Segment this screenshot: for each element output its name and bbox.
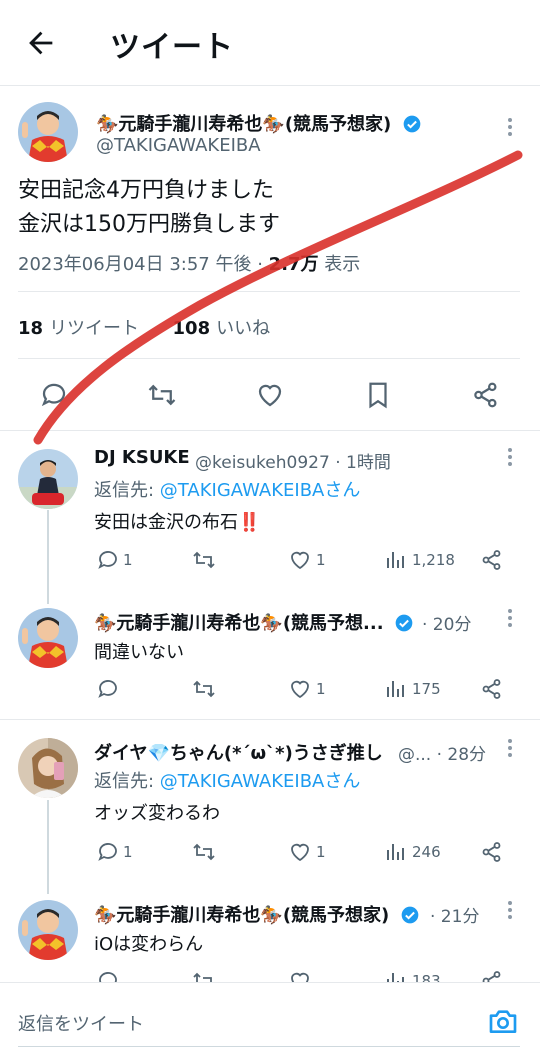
like-count: 1	[316, 551, 326, 569]
share-icon[interactable]	[480, 840, 504, 864]
author-name[interactable]: 🏇元騎手瀧川寿希也🏇(競馬予想家)	[96, 110, 422, 136]
avatar[interactable]	[18, 900, 78, 960]
like-icon[interactable]	[255, 380, 285, 410]
tweet-text-line: 金沢は150万円勝負します	[18, 212, 280, 237]
reply-author-name[interactable]: 🏇元騎手瀧川寿希也🏇(競馬予想...	[94, 609, 414, 635]
like-icon[interactable]	[288, 548, 312, 572]
views-icon[interactable]	[384, 840, 408, 864]
thread-line	[47, 510, 49, 604]
reply-icon[interactable]	[96, 677, 120, 701]
reply-meta: @... · 28分	[398, 745, 487, 765]
reply-meta: · 21分	[430, 907, 480, 927]
like-icon[interactable]	[288, 840, 312, 864]
author-handle[interactable]: @TAKIGAWAKEIBA	[96, 135, 261, 156]
reply-to: 返信先: @TAKIGAWAKEIBAさん	[94, 480, 361, 501]
tweet-text-line: 安田記念4万円負けました	[18, 178, 274, 203]
like-count: 1	[316, 680, 326, 698]
composer-divider	[18, 1046, 520, 1047]
verified-badge-icon	[395, 614, 413, 632]
reply-text: 安田は金沢の布石‼️	[94, 512, 261, 533]
reply-count: 1	[123, 843, 133, 861]
reply-to-link[interactable]: @TAKIGAWAKEIBAさん	[160, 771, 361, 792]
share-icon[interactable]	[471, 380, 501, 410]
tweet-stats: 18 リツイート 108 いいね	[18, 314, 270, 340]
reply-meta: · 20分	[422, 615, 472, 635]
views-count: 2.7万	[268, 254, 319, 275]
divider	[18, 291, 520, 292]
reply-text: iOは変わらん	[94, 934, 204, 955]
avatar[interactable]	[18, 449, 78, 509]
more-options-icon[interactable]	[500, 736, 520, 760]
retweet-icon[interactable]	[147, 380, 177, 410]
like-icon[interactable]	[288, 969, 312, 982]
more-options-icon[interactable]	[500, 606, 520, 630]
more-options-icon[interactable]	[500, 898, 520, 922]
share-icon[interactable]	[480, 969, 504, 982]
reply-composer[interactable]: 返信をツイート	[0, 982, 540, 1057]
reply-icon[interactable]	[39, 380, 69, 410]
retweet-icon[interactable]	[192, 969, 216, 982]
more-options-icon[interactable]	[500, 115, 520, 139]
reply-author-name[interactable]: 🏇元騎手瀧川寿希也🏇(競馬予想家)	[94, 901, 420, 927]
views-label: 表示	[324, 254, 361, 275]
retweet-icon[interactable]	[192, 677, 216, 701]
share-icon[interactable]	[480, 548, 504, 572]
reply-author-name[interactable]: DJ KSUKE	[94, 447, 190, 468]
reply-composer-placeholder[interactable]: 返信をツイート	[18, 1010, 144, 1036]
views-icon[interactable]	[384, 548, 408, 572]
bookmark-icon[interactable]	[363, 380, 393, 410]
camera-icon[interactable]	[487, 1005, 519, 1037]
view-count: 246	[412, 843, 441, 861]
reply-icon[interactable]	[96, 969, 120, 982]
like-icon[interactable]	[288, 677, 312, 701]
views-icon[interactable]	[384, 677, 408, 701]
reply-author-name[interactable]: ダイヤ💎ちゃん(*´ω`*)うさぎ推し	[94, 739, 383, 765]
thread-line	[47, 800, 49, 894]
likes-stat[interactable]: 108 いいね	[173, 318, 271, 339]
retweets-stat[interactable]: 18 リツイート	[18, 318, 139, 339]
top-bar: ツイート	[0, 0, 540, 86]
verified-badge-icon	[403, 115, 420, 133]
reply-text: オッズ変わるわ	[94, 803, 220, 824]
avatar[interactable]	[18, 102, 78, 162]
more-options-icon[interactable]	[500, 445, 520, 469]
tweet-text: 安田記念4万円負けました 金沢は150万円勝負します	[18, 174, 280, 242]
share-icon[interactable]	[480, 677, 504, 701]
timestamp[interactable]: 2023年06月04日 3:57 午後 ·	[18, 254, 263, 275]
reply-icon[interactable]	[96, 840, 120, 864]
retweet-icon[interactable]	[192, 840, 216, 864]
tweet-meta: 2023年06月04日 3:57 午後 · 2.7万 表示	[18, 250, 360, 276]
reply-list-lower: ダイヤ💎ちゃん(*´ω`*)うさぎ推し @... · 28分 返信先: @TAK…	[0, 720, 540, 982]
verified-badge-icon	[401, 906, 418, 924]
avatar[interactable]	[18, 738, 78, 798]
like-count: 1	[316, 843, 326, 861]
reply-text: 間違いない	[94, 642, 184, 663]
reply-to-link[interactable]: @TAKIGAWAKEIBAさん	[160, 480, 361, 501]
reply-count: 1	[123, 551, 133, 569]
retweet-icon[interactable]	[192, 548, 216, 572]
view-count: 175	[412, 680, 441, 698]
page-title: ツイート	[110, 30, 234, 65]
divider	[0, 430, 540, 431]
avatar[interactable]	[18, 608, 78, 668]
view-count: 183	[412, 972, 441, 982]
reply-meta: @keisukeh0927 · 1時間	[195, 453, 391, 473]
back-arrow-icon[interactable]	[24, 26, 58, 60]
reply-icon[interactable]	[96, 548, 120, 572]
view-count: 1,218	[412, 551, 455, 569]
reply-to: 返信先: @TAKIGAWAKEIBAさん	[94, 771, 361, 792]
views-icon[interactable]	[384, 969, 408, 982]
divider	[18, 358, 520, 359]
